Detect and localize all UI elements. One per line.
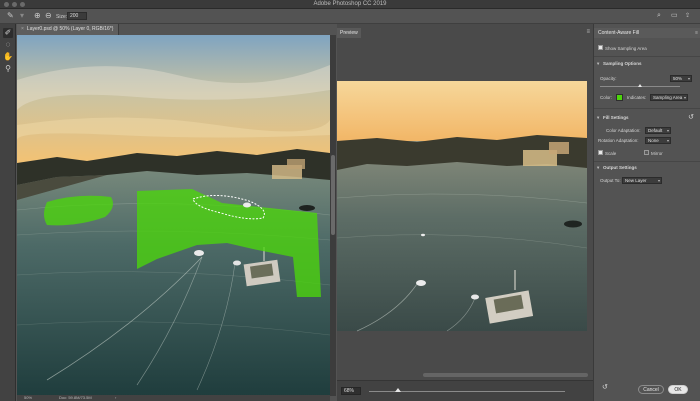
sampling-color-swatch[interactable] bbox=[616, 94, 623, 101]
show-sampling-area-row[interactable]: Show Sampling Area bbox=[594, 45, 700, 53]
color-adaptation-dropdown[interactable]: Default bbox=[645, 127, 671, 134]
search-icon[interactable]: ⌕ bbox=[657, 12, 661, 20]
subtract-from-sampling-icon[interactable]: ⊖ bbox=[45, 12, 52, 20]
tool-preset-dropdown-icon[interactable]: ▾ bbox=[20, 12, 24, 20]
status-menu-arrow-icon[interactable]: › bbox=[115, 395, 116, 401]
document-tab-title: Layer0.psd @ 50% (Layer 0, RGB/16*) bbox=[26, 26, 114, 32]
preview-zoom-input[interactable]: 68% bbox=[341, 387, 361, 395]
mirror-label: Mirror bbox=[651, 151, 663, 156]
show-sampling-area-checkbox[interactable] bbox=[598, 45, 603, 51]
preview-image bbox=[336, 81, 588, 332]
document-image bbox=[16, 35, 331, 396]
ok-button[interactable]: OK bbox=[668, 385, 688, 394]
sampling-brush-icon[interactable]: ✐ bbox=[3, 28, 13, 38]
reset-all-icon[interactable]: ↺ bbox=[602, 384, 608, 392]
output-to-dropdown[interactable]: New Layer bbox=[622, 177, 662, 184]
preview-footer: 68% bbox=[337, 380, 593, 401]
scale-label: Scale bbox=[605, 151, 617, 156]
preview-horizontal-scrollbar[interactable] bbox=[423, 373, 588, 377]
hand-icon[interactable]: ✋ bbox=[3, 52, 13, 62]
document-vertical-scrollbar[interactable] bbox=[330, 35, 336, 396]
opacity-input[interactable]: 50% bbox=[670, 75, 692, 82]
output-settings-title: Output Settings bbox=[603, 165, 637, 170]
rotation-adaptation-dropdown[interactable]: None bbox=[645, 137, 671, 144]
document-size-info: Doc: 59.8M/73.5M bbox=[59, 395, 92, 400]
add-to-sampling-icon[interactable]: ⊕ bbox=[34, 12, 41, 20]
divider bbox=[594, 108, 700, 109]
content-aware-fill-panel: Content-Aware Fill ≡ Show Sampling Area … bbox=[593, 24, 700, 401]
output-settings-section[interactable]: ▾ Output Settings bbox=[594, 164, 700, 172]
sampling-brush-tool-preset-icon[interactable]: ✎ bbox=[7, 12, 14, 20]
preview-panel: Preview ≡ 68% bbox=[336, 24, 593, 401]
indicates-dropdown[interactable]: Sampling Area bbox=[650, 94, 688, 101]
document-tab[interactable]: × Layer0.psd @ 50% (Layer 0, RGB/16*) bbox=[17, 24, 119, 35]
document-canvas[interactable] bbox=[16, 35, 331, 396]
zoom-icon[interactable]: ⚲ bbox=[3, 64, 13, 74]
fill-settings-section[interactable]: ▾ Fill Settings bbox=[594, 114, 700, 122]
brush-size-input[interactable]: 200 bbox=[67, 12, 87, 20]
mirror-checkbox[interactable] bbox=[644, 150, 649, 156]
close-tab-icon[interactable]: × bbox=[21, 26, 24, 32]
lasso-icon[interactable]: ◌ bbox=[3, 40, 13, 50]
document-scroll-thumb[interactable] bbox=[331, 155, 335, 235]
color-label: Color: bbox=[600, 95, 613, 100]
show-sampling-area-label: Show Sampling Area bbox=[605, 46, 647, 51]
rotation-adaptation-label: Rotation Adaptation: bbox=[598, 138, 639, 143]
scale-checkbox[interactable] bbox=[598, 150, 603, 156]
preview-panel-menu-icon[interactable]: ≡ bbox=[586, 29, 590, 35]
sampling-options-title: Sampling Options bbox=[603, 61, 642, 66]
document-status-bar: 50% Doc: 59.8M/73.5M › bbox=[17, 395, 330, 401]
preview-zoom-slider-thumb[interactable] bbox=[395, 388, 402, 392]
mirror-row[interactable]: Mirror bbox=[644, 150, 694, 158]
opacity-slider-thumb[interactable] bbox=[638, 84, 642, 87]
toolbar: ✐ ◌ ✋ ⚲ bbox=[0, 24, 16, 401]
document-zoom-status[interactable]: 50% bbox=[24, 395, 32, 401]
divider bbox=[594, 161, 700, 162]
caf-panel-header: Content-Aware Fill ≡ bbox=[594, 28, 700, 38]
preview-stage[interactable] bbox=[336, 38, 593, 374]
title-bar: Adobe Photoshop CC 2019 bbox=[0, 0, 700, 9]
caf-panel-title: Content-Aware Fill bbox=[598, 30, 640, 36]
options-bar: ✎ ▾ ⊕ ⊖ Size: 200 ⌕ ▭ ⇪ bbox=[0, 9, 700, 24]
sampling-options-section[interactable]: ▾ Sampling Options bbox=[594, 60, 700, 68]
size-label: Size: bbox=[56, 14, 68, 20]
workspace-icon[interactable]: ▭ bbox=[671, 12, 678, 20]
divider bbox=[594, 56, 700, 57]
fill-settings-title: Fill Settings bbox=[603, 115, 629, 120]
preview-tab[interactable]: Preview bbox=[337, 28, 361, 38]
share-icon[interactable]: ⇪ bbox=[685, 12, 690, 20]
cancel-button[interactable]: Cancel bbox=[638, 385, 664, 394]
app-title: Adobe Photoshop CC 2019 bbox=[313, 1, 387, 7]
reset-fill-settings-icon[interactable]: ↺ bbox=[688, 114, 694, 122]
caf-panel-menu-icon[interactable]: ≡ bbox=[695, 28, 698, 38]
opacity-label: Opacity: bbox=[600, 76, 617, 81]
